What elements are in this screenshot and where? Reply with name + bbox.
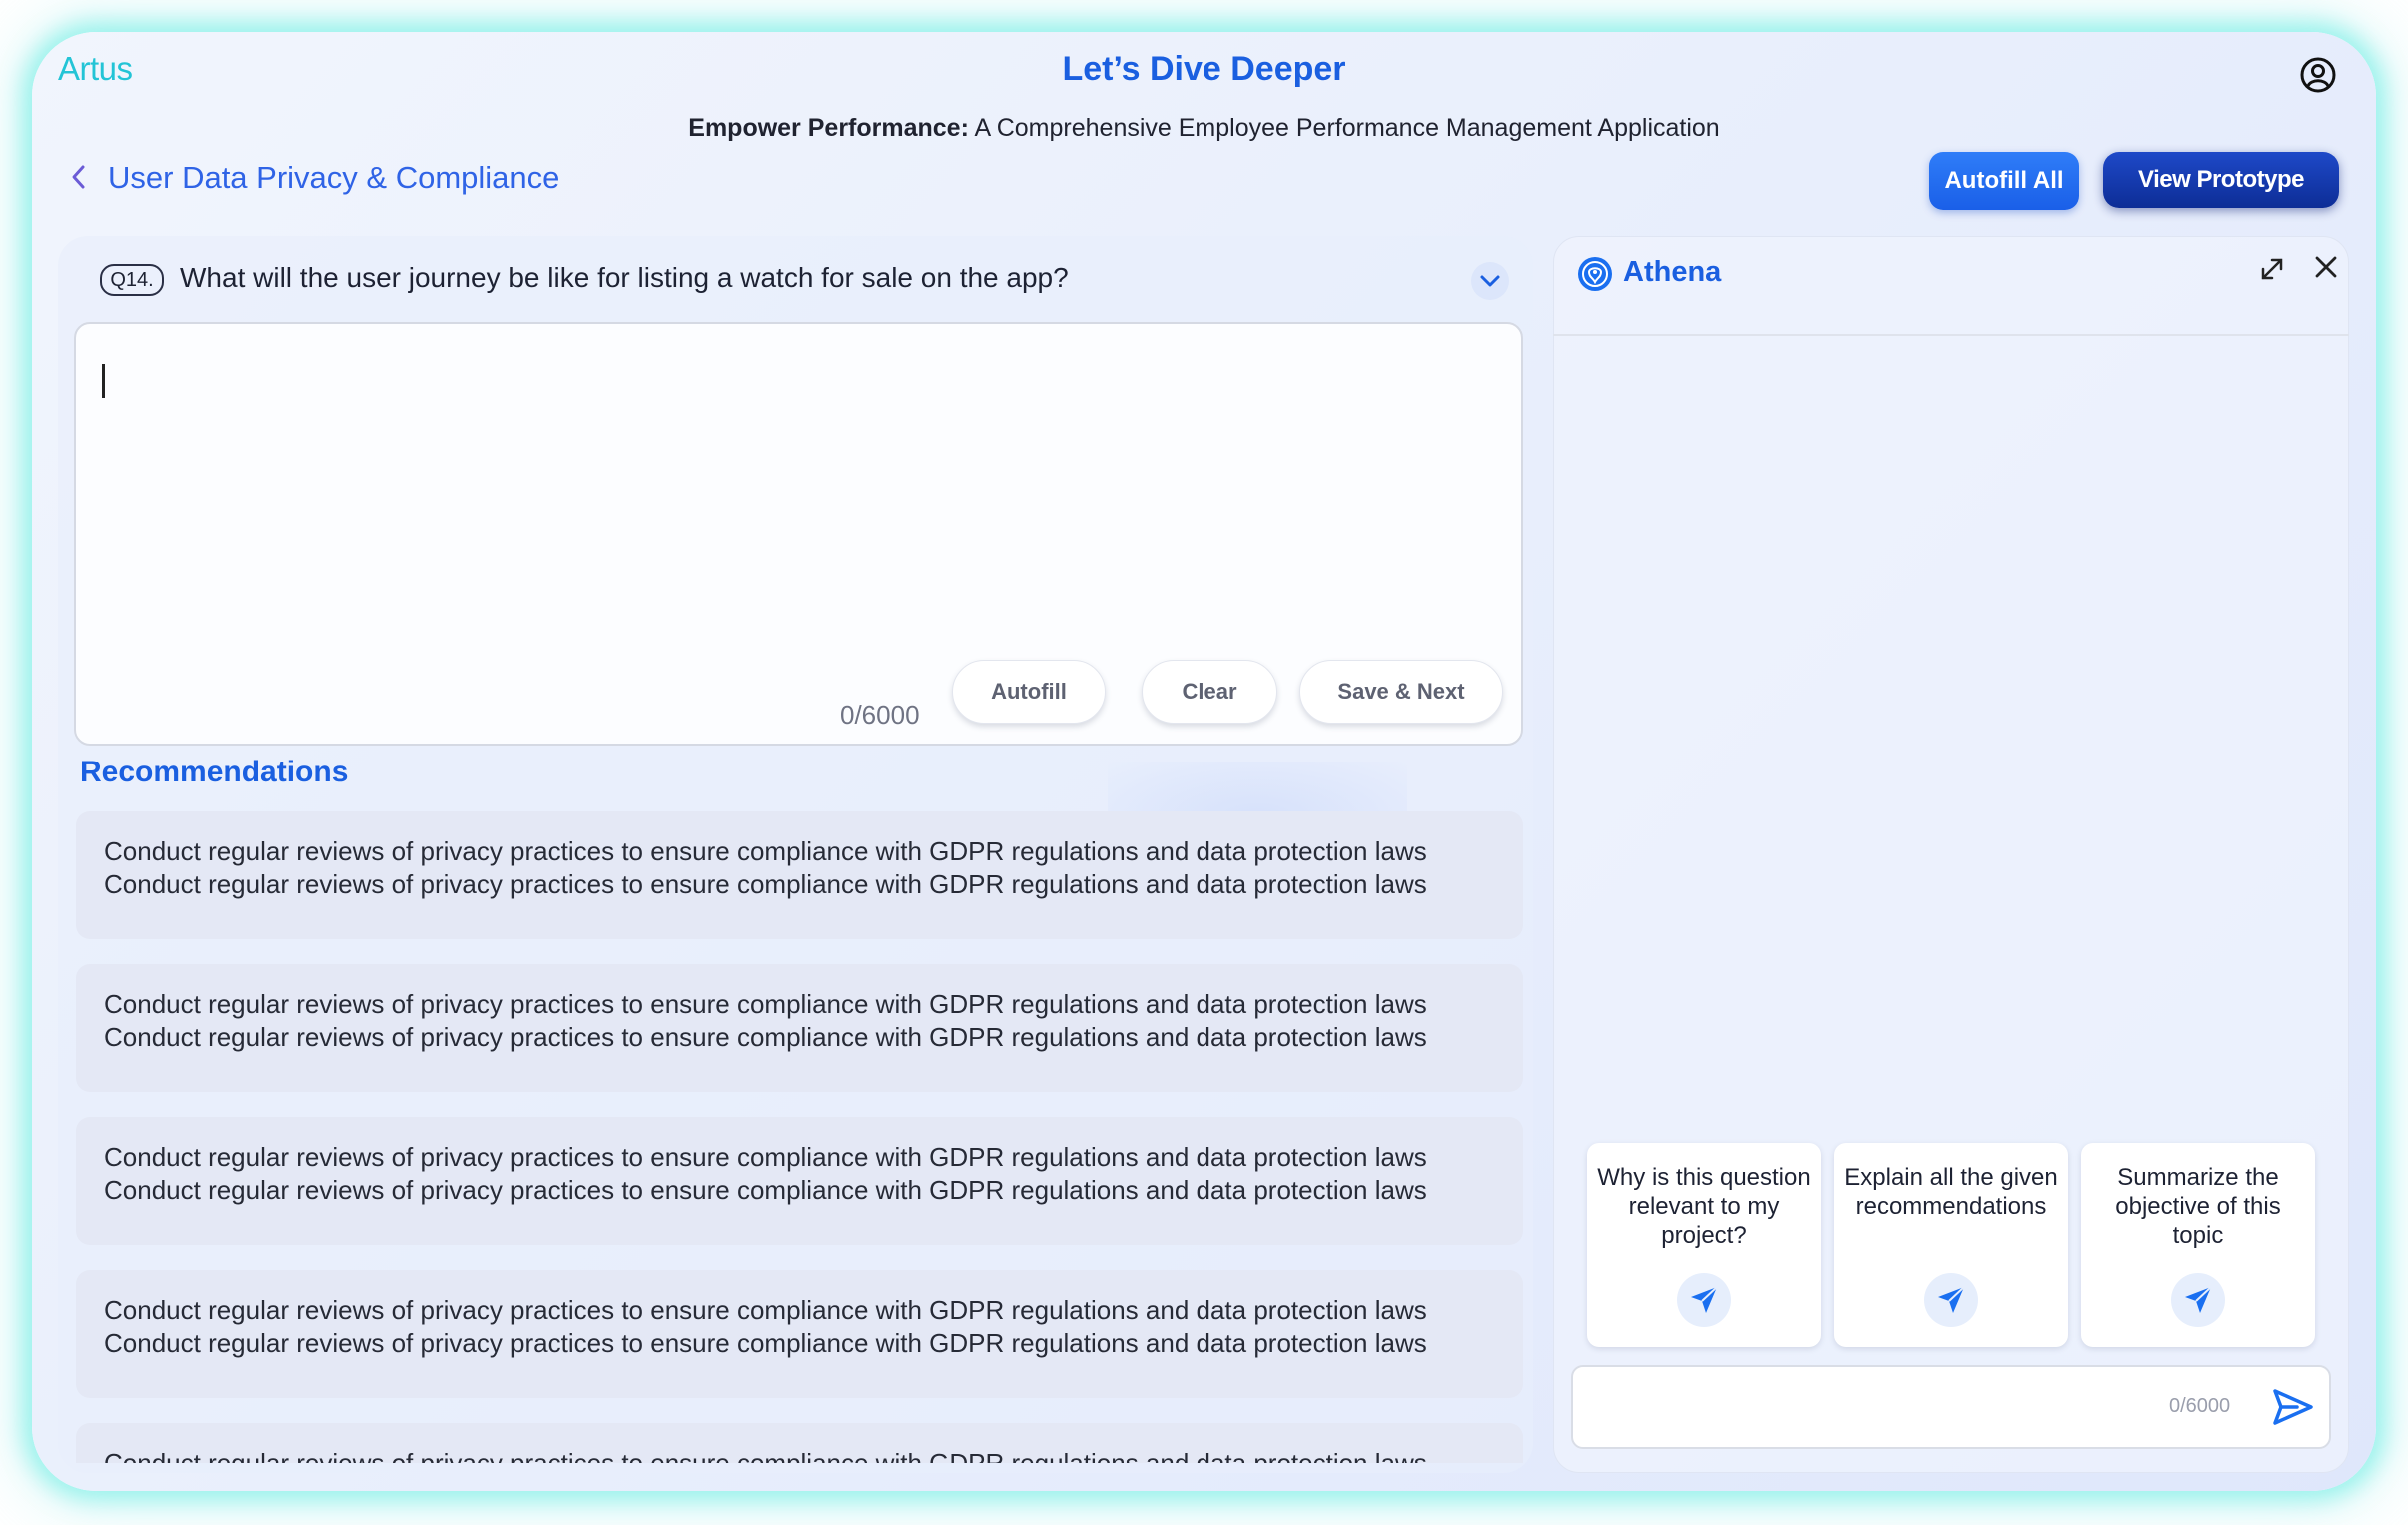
athena-logo-icon xyxy=(1577,256,1613,292)
recommendation-card[interactable]: Conduct regular reviews of privacy pract… xyxy=(76,811,1523,939)
recommendation-line: Conduct regular reviews of privacy pract… xyxy=(104,1328,1427,1358)
save-next-button[interactable]: Save & Next xyxy=(1299,660,1503,724)
suggestion-card[interactable]: Why is this question relevant to my proj… xyxy=(1587,1143,1821,1347)
recommendation-line: Conduct regular reviews of privacy pract… xyxy=(104,836,1427,866)
recommendation-card[interactable]: Conduct regular reviews of privacy pract… xyxy=(76,964,1523,1092)
suggestion-label: Summarize the objective of this topic xyxy=(2115,1164,2281,1249)
suggestion-card[interactable]: Summarize the objective of this topic xyxy=(2081,1143,2315,1347)
recommendation-card[interactable]: Conduct regular reviews of privacy pract… xyxy=(76,1423,1523,1463)
chat-char-count: 0/6000 xyxy=(2169,1395,2231,1417)
suggestion-label: Why is this question relevant to my proj… xyxy=(1597,1164,1811,1249)
recommendation-card[interactable]: Conduct regular reviews of privacy pract… xyxy=(76,1270,1523,1398)
autofill-button[interactable]: Autofill xyxy=(952,660,1106,724)
app-window: Artus Let’s Dive Deeper Empower Performa… xyxy=(32,32,2376,1491)
recommendation-line: Conduct regular reviews of privacy pract… xyxy=(104,989,1427,1019)
question-text: What will the user journey be like for l… xyxy=(180,262,1069,293)
send-icon[interactable] xyxy=(2171,1273,2225,1327)
athena-title: Athena xyxy=(1623,256,1722,288)
breadcrumb[interactable]: User Data Privacy & Compliance xyxy=(108,160,559,196)
view-prototype-button[interactable]: View Prototype xyxy=(2103,152,2339,208)
send-outline-icon[interactable] xyxy=(2271,1387,2315,1427)
user-circle-icon[interactable] xyxy=(2299,56,2337,94)
recommendation-card[interactable]: Conduct regular reviews of privacy pract… xyxy=(76,1117,1523,1245)
project-description: A Comprehensive Employee Performance Man… xyxy=(968,114,1720,142)
recommendation-card-clip: Conduct regular reviews of privacy pract… xyxy=(76,1423,1523,1463)
suggestion-label: Explain all the given recommendations xyxy=(1844,1164,2058,1220)
expand-icon[interactable] xyxy=(2257,254,2287,284)
close-icon[interactable] xyxy=(2311,252,2341,282)
send-icon[interactable] xyxy=(1924,1273,1978,1327)
send-icon[interactable] xyxy=(1677,1273,1731,1327)
answer-char-count: 0/6000 xyxy=(840,700,920,730)
text-cursor xyxy=(102,364,105,398)
suggestion-card[interactable]: Explain all the given recommendations xyxy=(1834,1143,2068,1347)
chevron-left-icon[interactable] xyxy=(66,162,90,192)
question-number-badge: Q14. xyxy=(100,264,164,296)
recommendation-line: Conduct regular reviews of privacy pract… xyxy=(104,1022,1427,1052)
chevron-down-icon[interactable] xyxy=(1471,262,1509,300)
clear-button[interactable]: Clear xyxy=(1142,660,1277,724)
recommendations-title: Recommendations xyxy=(80,756,349,788)
recommendation-line: Conduct regular reviews of privacy pract… xyxy=(104,1295,1427,1325)
project-name: Empower Performance: xyxy=(688,114,969,142)
recommendation-line: Conduct regular reviews of privacy pract… xyxy=(104,1142,1427,1172)
autofill-all-button[interactable]: Autofill All xyxy=(1929,152,2079,210)
recommendation-line: Conduct regular reviews of privacy pract… xyxy=(104,869,1427,899)
recommendation-line: Conduct regular reviews of privacy pract… xyxy=(104,1175,1427,1205)
page-title: Let’s Dive Deeper xyxy=(1062,50,1346,88)
project-subtitle: Empower Performance: A Comprehensive Emp… xyxy=(32,114,2376,143)
recommendation-line: Conduct regular reviews of privacy pract… xyxy=(104,1448,1427,1463)
